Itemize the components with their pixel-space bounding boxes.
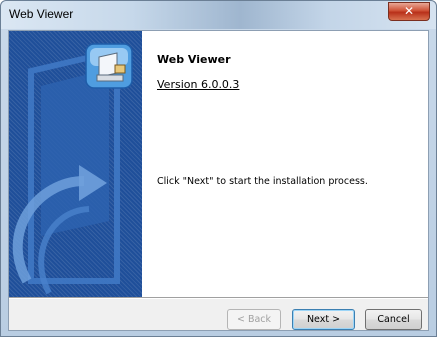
product-name: Web Viewer: [157, 53, 231, 66]
close-icon: ✕: [403, 4, 415, 18]
close-button[interactable]: ✕: [388, 2, 430, 21]
title-bar[interactable]: Web Viewer ✕: [1, 1, 436, 29]
installer-window: Web Viewer ✕ Web Viewer Version 6.0.0.3 …: [0, 0, 437, 337]
installer-icon: [85, 43, 133, 89]
instruction-text: Click "Next" to start the installation p…: [157, 176, 368, 187]
version-link[interactable]: Version 6.0.0.3: [157, 78, 239, 91]
divider: [9, 297, 428, 299]
window-title: Web Viewer: [9, 7, 74, 21]
back-button[interactable]: < Back: [227, 309, 281, 330]
wizard-content: Web Viewer Version 6.0.0.3 Click "Next" …: [142, 31, 428, 297]
banner-panel: [9, 31, 142, 297]
next-button[interactable]: Next >: [292, 309, 355, 330]
button-row: < Back Next > Cancel: [9, 309, 428, 332]
wizard-client-area: Web Viewer Version 6.0.0.3 Click "Next" …: [8, 30, 429, 331]
cancel-button[interactable]: Cancel: [365, 309, 422, 330]
